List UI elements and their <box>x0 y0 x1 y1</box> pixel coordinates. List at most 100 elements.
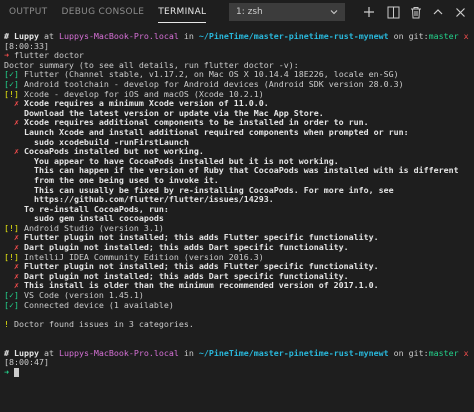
input-line: ➜ <box>4 367 474 378</box>
check-text: Android Studio (version 3.1) <box>19 223 164 233</box>
chevron-up-icon[interactable] <box>430 4 446 20</box>
detail-text: Xcode requires additional components to … <box>23 118 369 128</box>
tab-terminal[interactable]: TERMINAL <box>151 0 213 24</box>
tab-output[interactable]: OUTPUT <box>0 0 54 24</box>
prompt-marker: # <box>4 348 14 358</box>
time-line: [8:00:47] <box>4 358 474 368</box>
detail-line: ✗ CocoaPods installed but not working. <box>4 147 474 157</box>
summary-line: Doctor summary (to see all details, run … <box>4 61 474 71</box>
x-mark: ✗ <box>4 118 24 128</box>
detail-line: Launch Xcode and install additional requ… <box>4 128 474 138</box>
prompt-marker: # <box>4 32 14 41</box>
prompt-line: # Luppy at Luppys-MacBook-Pro.local in ~… <box>4 349 474 359</box>
check-text: Connected device (1 available) <box>19 300 174 310</box>
prompt-branch: master <box>428 348 459 358</box>
prompt-status: x <box>458 32 469 41</box>
x-mark: ✗ <box>4 271 24 281</box>
detail-text: Launch Xcode and install additional requ… <box>23 127 409 137</box>
terminal-blank-line <box>4 329 474 339</box>
check-text: VS Code (version 1.45.1) <box>19 291 144 301</box>
command-text: flutter doctor <box>14 51 84 61</box>
check-line: [!] Android Studio (version 3.1) <box>4 224 474 234</box>
terminal-select-value: 1: zsh <box>236 7 263 17</box>
check-text: Android toolchain - develop for Android … <box>19 79 404 89</box>
check-text: Xcode - develop for iOS and macOS (Xcode… <box>19 89 264 99</box>
issues-line: ! Doctor found issues in 3 categories. <box>4 320 474 330</box>
prompt-in: in <box>178 348 199 358</box>
detail-line: ✗ Xcode requires additional components t… <box>4 118 474 128</box>
prompt-host: Luppys-MacBook-Pro.local <box>58 32 179 41</box>
detail-text: To re-install CocoaPods, run: <box>23 204 169 214</box>
check-mark: [!] <box>4 252 19 262</box>
detail-text: Flutter plugin not installed; this adds … <box>23 233 379 243</box>
plus-icon[interactable] <box>361 4 377 20</box>
detail-text: This can usually be fixed by re-installi… <box>33 185 394 195</box>
x-mark: ✗ <box>4 243 24 253</box>
check-mark: [✓] <box>4 291 19 301</box>
detail-text: Dart plugin not installed; this adds Dar… <box>23 243 349 253</box>
detail-text: Dart plugin not installed; this adds Dar… <box>23 271 349 281</box>
detail-text: sudo xcodebuild -runFirstLaunch <box>33 137 189 147</box>
terminal-blank-line <box>4 339 474 349</box>
prompt-arrow: ➜ <box>4 51 14 61</box>
check-line: [✓] Flutter (Channel stable, v1.17.2, on… <box>4 70 474 80</box>
detail-line: ✗ Dart plugin not installed; this adds D… <box>4 243 474 253</box>
detail-line: ✗ Flutter plugin not installed; this add… <box>4 233 474 243</box>
prompt-arrow: ➜ <box>4 367 14 377</box>
trash-icon[interactable] <box>408 4 424 20</box>
check-mark: [✓] <box>4 70 19 80</box>
detail-text: Download the latest version or update vi… <box>23 108 324 118</box>
detail-line: You appear to have CocoaPods installed b… <box>4 157 474 167</box>
terminal-blank-line <box>4 310 474 320</box>
x-mark: ✗ <box>4 99 24 109</box>
detail-text: from the one being used to invoke it. <box>33 175 219 185</box>
tab-debug-console[interactable]: DEBUG CONSOLE <box>54 0 151 24</box>
detail-line: https://github.com/flutter/flutter/issue… <box>4 195 474 205</box>
prompt-git: git: <box>408 348 429 358</box>
close-icon[interactable] <box>452 4 468 20</box>
detail-text: https://github.com/flutter/flutter/issue… <box>33 195 274 205</box>
x-mark: ✗ <box>4 147 24 157</box>
command-line: ➜ flutter doctor <box>4 51 474 61</box>
prompt-time: [8:00:33] <box>4 41 49 51</box>
x-mark: ✗ <box>4 233 24 243</box>
split-icon[interactable] <box>385 4 401 20</box>
prompt-branch: master <box>428 32 459 41</box>
detail-line: This can usually be fixed by re-installi… <box>4 186 474 196</box>
prompt-on: on <box>388 348 409 358</box>
detail-line: Download the latest version or update vi… <box>4 109 474 119</box>
detail-text: CocoaPods installed but not working. <box>23 147 204 157</box>
prompt-at: at <box>38 32 59 41</box>
panel-header: OUTPUT DEBUG CONSOLE TERMINAL 1: zsh <box>0 0 474 24</box>
x-mark: ✗ <box>4 281 24 291</box>
detail-text: This can happen if the version of Ruby t… <box>33 166 459 176</box>
prompt-in: in <box>178 32 199 41</box>
chevron-down-icon <box>330 10 338 15</box>
terminal-select[interactable]: 1: zsh <box>229 3 345 21</box>
check-mark: [✓] <box>4 300 19 310</box>
check-mark: [!] <box>4 223 19 233</box>
check-line: [✓] Connected device (1 available) <box>4 301 474 311</box>
detail-line: sudo xcodebuild -runFirstLaunch <box>4 138 474 148</box>
check-mark: [!] <box>4 89 19 99</box>
detail-line: ✗ This install is older than the minimum… <box>4 281 474 291</box>
check-text: IntelliJ IDEA Community Edition (version… <box>19 252 264 262</box>
prompt-at: at <box>38 348 59 358</box>
detail-line: ✗ Dart plugin not installed; this adds D… <box>4 272 474 282</box>
prompt-git: git: <box>408 32 429 41</box>
detail-line: ✗ Flutter plugin not installed; this add… <box>4 262 474 272</box>
terminal-output[interactable]: # Luppy at Luppys-MacBook-Pro.local in ~… <box>0 32 474 412</box>
x-mark: ✗ <box>4 262 24 272</box>
prompt-path: ~/PineTime/master-pinetime-rust-mynewt <box>198 348 389 358</box>
check-line: [!] IntelliJ IDEA Community Edition (ver… <box>4 253 474 263</box>
check-line: [✓] VS Code (version 1.45.1) <box>4 291 474 301</box>
detail-text: sudo gem install cocoapods <box>33 214 164 224</box>
